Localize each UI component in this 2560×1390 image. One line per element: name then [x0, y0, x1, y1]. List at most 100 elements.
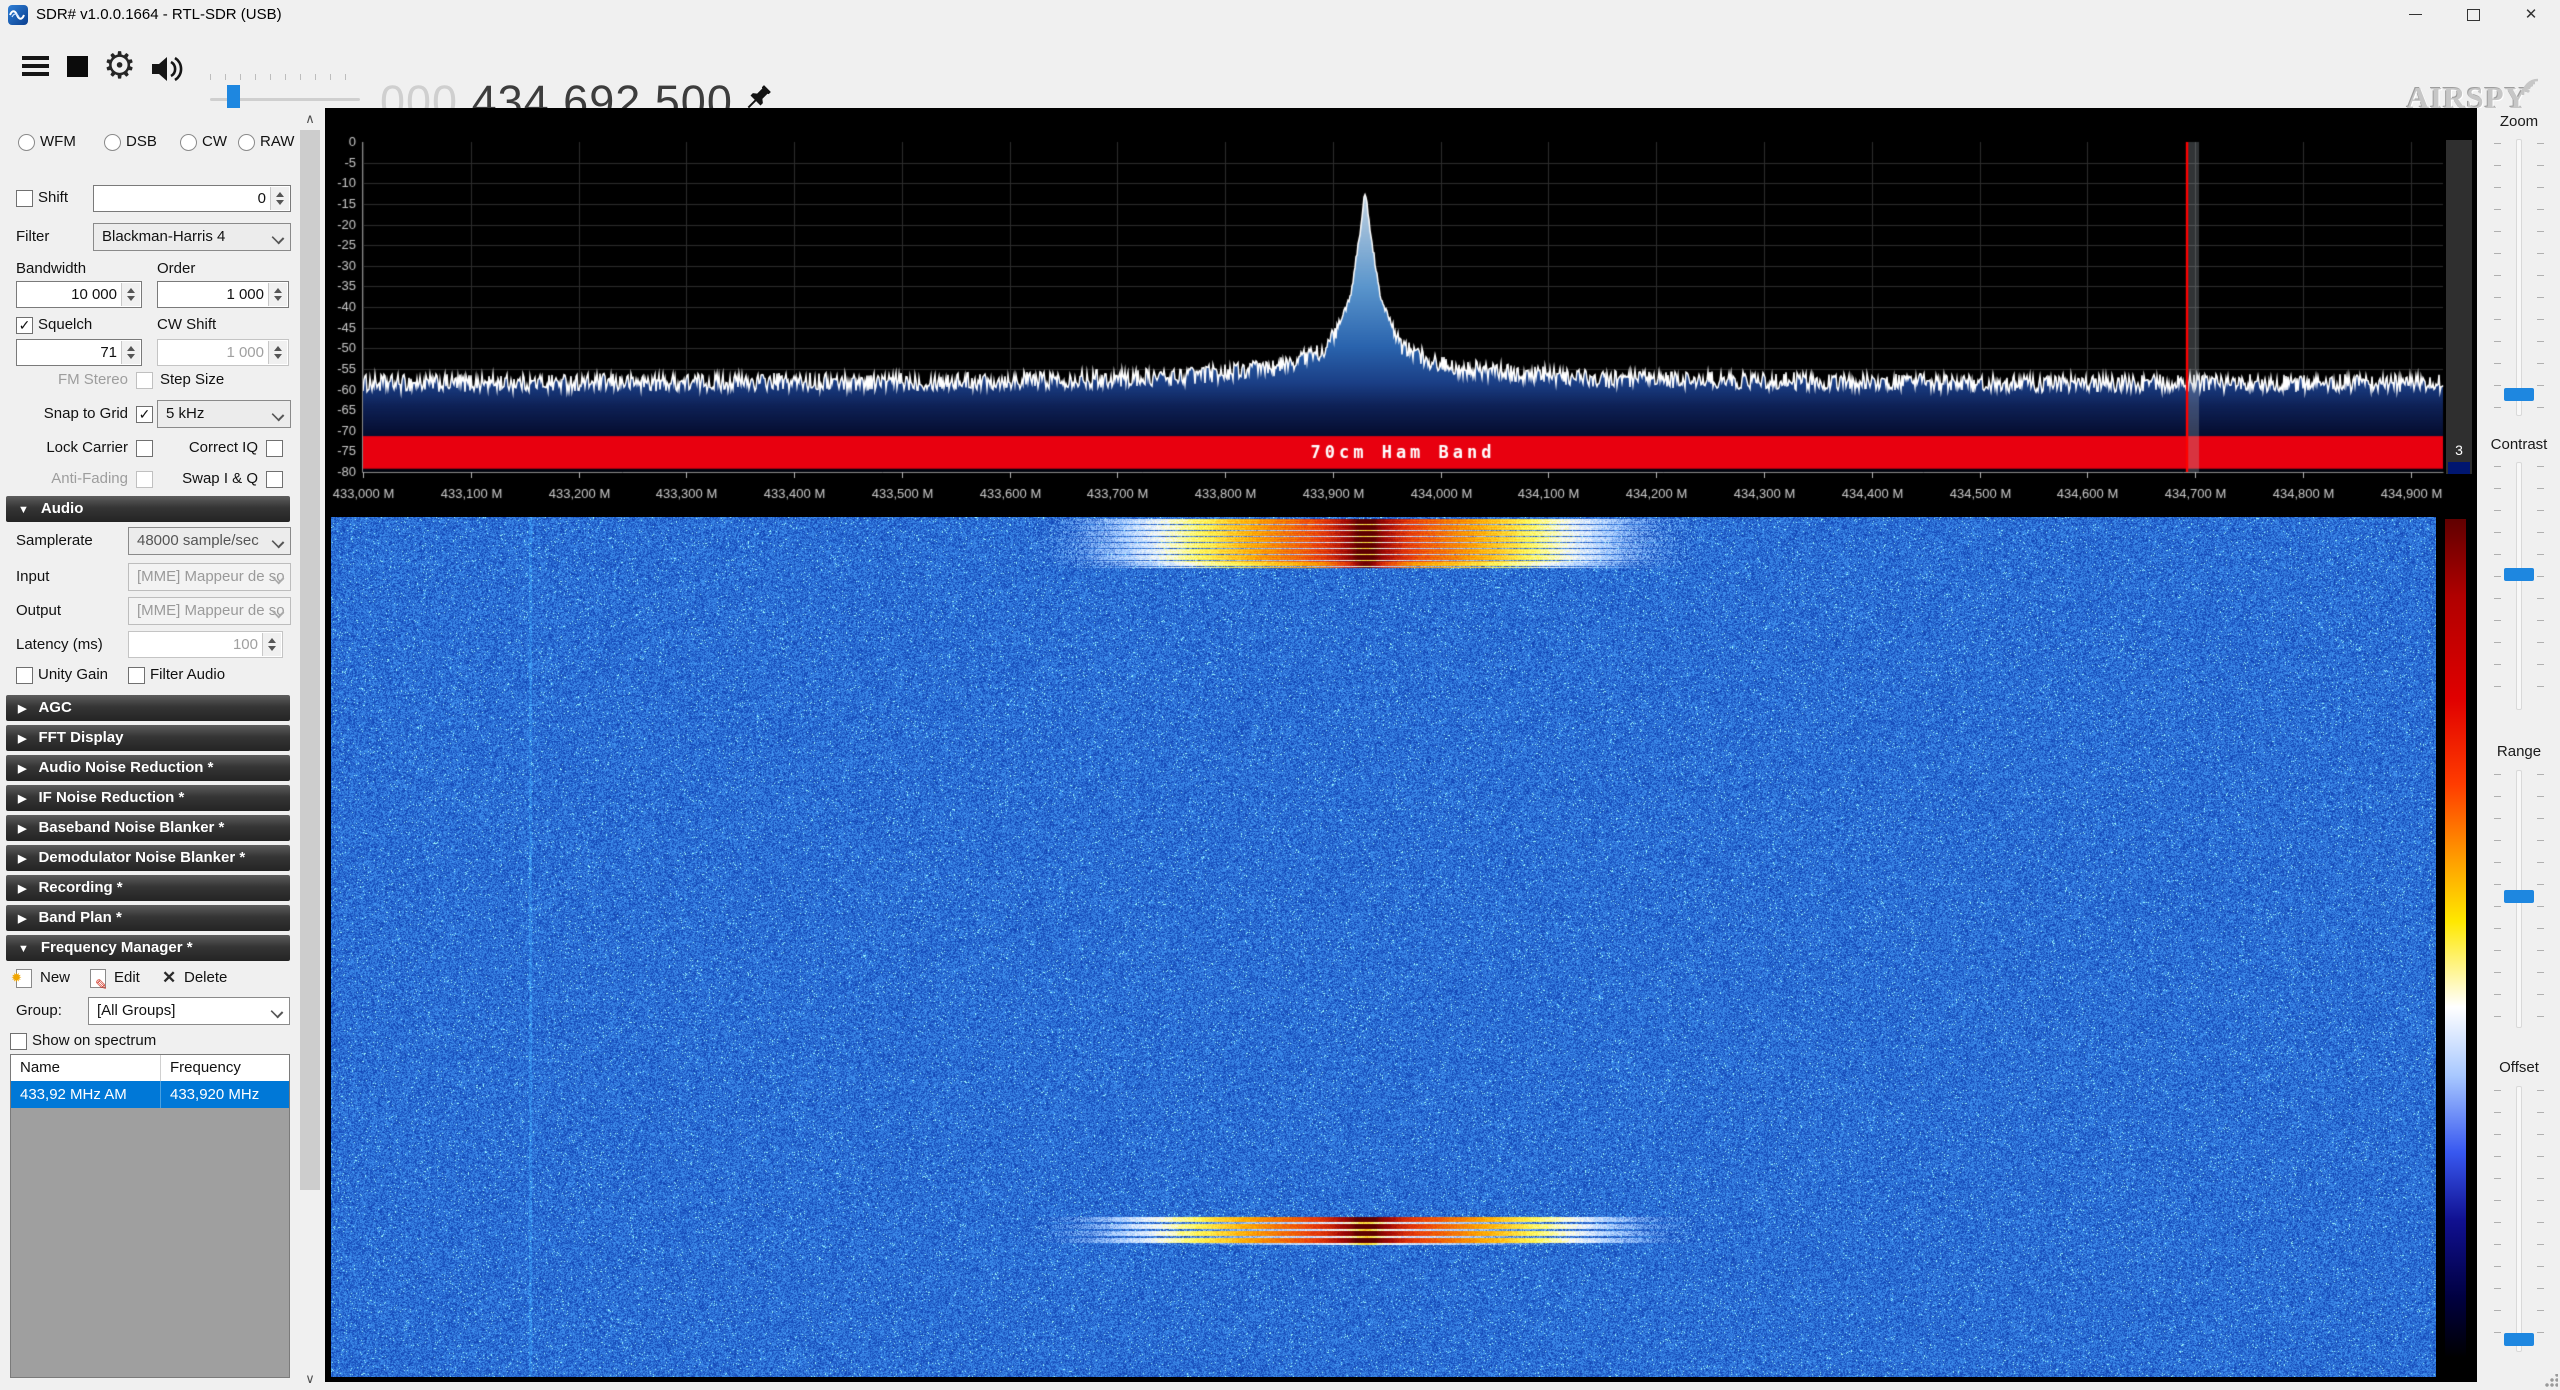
edit-entry-button[interactable]: ✎ Edit	[90, 966, 140, 990]
shift-label: Shift	[38, 188, 68, 208]
fft-spectrum-canvas[interactable]	[325, 108, 2477, 517]
section-header-frequency-manager[interactable]: ▼Frequency Manager *	[6, 935, 290, 961]
table-row[interactable]: 433,92 MHz AM 433,920 MHz	[11, 1081, 289, 1108]
scroll-up-icon[interactable]: ∧	[299, 108, 321, 130]
mode-radio-cw[interactable]	[180, 134, 197, 151]
section-header-fft-display[interactable]: ▶FFT Display	[6, 725, 290, 751]
filter-dropdown[interactable]: Blackman-Harris 4	[93, 223, 291, 251]
shift-spinner[interactable]	[270, 187, 289, 210]
slider-track[interactable]	[2516, 139, 2522, 416]
show-on-spectrum-label[interactable]: Show on spectrum	[32, 1031, 156, 1051]
squelch-spinner[interactable]	[121, 341, 140, 364]
gear-icon[interactable]: ⚙	[103, 40, 136, 92]
slider-thumb[interactable]	[2504, 890, 2534, 903]
spectrum-right-strip: 3	[2446, 140, 2472, 474]
mode-label-raw[interactable]: RAW	[260, 132, 294, 152]
filter-audio-checkbox[interactable]	[128, 667, 145, 684]
unity-gain-label[interactable]: Unity Gain	[38, 665, 108, 685]
expand-triangle-icon: ▶	[18, 696, 26, 722]
panel-scrollbar[interactable]: ∧ ∨	[299, 108, 321, 1390]
mode-label-cw[interactable]: CW	[202, 132, 227, 152]
snap-to-grid-label[interactable]: Snap to Grid	[0, 404, 128, 424]
chevron-down-icon	[272, 409, 285, 422]
squelch-label[interactable]: Squelch	[38, 315, 92, 335]
resize-grip[interactable]	[2544, 1374, 2558, 1388]
section-header-agc[interactable]: ▶AGC	[6, 695, 290, 721]
mode-label-dsb[interactable]: DSB	[126, 132, 157, 152]
delete-entry-button[interactable]: ✕ Delete	[162, 966, 227, 990]
mode-radio-raw[interactable]	[238, 134, 255, 151]
speaker-icon[interactable]	[150, 54, 188, 89]
section-header-band-plan[interactable]: ▶Band Plan *	[6, 905, 290, 931]
bandwidth-spinner[interactable]	[121, 283, 140, 306]
range-slider[interactable]	[2485, 770, 2553, 1028]
zoom-slider[interactable]	[2485, 139, 2553, 416]
star-icon: ✹	[11, 966, 22, 990]
show-on-spectrum-checkbox[interactable]	[10, 1033, 27, 1050]
section-header-audio-noise-reduction[interactable]: ▶Audio Noise Reduction *	[6, 755, 290, 781]
frequency-table[interactable]: Name Frequency 433,92 MHz AM 433,920 MHz	[10, 1054, 290, 1378]
slider-thumb[interactable]	[2504, 1333, 2534, 1346]
squelch-checkbox[interactable]	[16, 317, 33, 334]
swap-iq-checkbox[interactable]	[266, 471, 283, 488]
chevron-down-icon	[271, 1006, 284, 1019]
hamburger-menu-icon[interactable]	[22, 56, 49, 77]
mode-label-wfm[interactable]: WFM	[40, 132, 76, 152]
lock-carrier-label[interactable]: Lock Carrier	[0, 438, 128, 458]
window-title: SDR# v1.0.0.1664 - RTL-SDR (USB)	[36, 0, 282, 30]
samplerate-dropdown[interactable]: 48000 sample/sec	[128, 527, 291, 555]
new-entry-button[interactable]: ✹ New	[16, 966, 70, 990]
filter-audio-label[interactable]: Filter Audio	[150, 665, 225, 685]
waterfall-canvas[interactable]	[331, 517, 2438, 1377]
offset-slider[interactable]	[2485, 1086, 2553, 1352]
slider-track[interactable]	[2516, 1086, 2522, 1352]
minimize-button[interactable]	[2386, 0, 2444, 30]
section-header-if-noise-reduction[interactable]: ▶IF Noise Reduction *	[6, 785, 290, 811]
mode-radio-wfm[interactable]	[18, 134, 35, 151]
slider-ticks	[2537, 466, 2544, 706]
new-page-icon: ✹	[16, 969, 32, 988]
snap-to-grid-checkbox[interactable]	[136, 406, 153, 423]
audio-section-header[interactable]: ▼Audio	[6, 496, 290, 522]
expand-triangle-icon: ▶	[18, 756, 26, 782]
maximize-button[interactable]	[2444, 0, 2502, 30]
column-header-frequency[interactable]: Frequency	[161, 1055, 289, 1081]
close-button[interactable]: ✕	[2502, 0, 2560, 30]
group-dropdown[interactable]: [All Groups]	[88, 997, 290, 1025]
mode-radio-dsb[interactable]	[104, 134, 121, 151]
slider-thumb[interactable]	[2504, 388, 2534, 401]
edit-page-icon: ✎	[90, 969, 106, 988]
squelch-input[interactable]: 71	[16, 339, 142, 366]
scrollbar-thumb[interactable]	[300, 130, 320, 1190]
step-size-dropdown[interactable]: 5 kHz	[157, 400, 291, 428]
volume-ticks	[210, 74, 360, 80]
pen-icon: ✎	[95, 974, 108, 998]
stop-icon[interactable]	[67, 56, 88, 77]
row-name-cell[interactable]: 433,92 MHz AM	[11, 1081, 161, 1108]
chevron-down-icon	[272, 536, 285, 549]
section-header-recording[interactable]: ▶Recording *	[6, 875, 290, 901]
bandwidth-input[interactable]: 10 000	[16, 281, 142, 308]
waterfall-color-scale	[2436, 517, 2476, 1377]
contrast-slider-label: Contrast	[2478, 435, 2560, 455]
swap-iq-label[interactable]: Swap I & Q	[130, 469, 258, 489]
radio-waves-icon	[2520, 68, 2554, 98]
correct-iq-checkbox[interactable]	[266, 440, 283, 457]
order-input[interactable]: 1 000	[157, 281, 289, 308]
section-header-baseband-noise-blanker[interactable]: ▶Baseband Noise Blanker *	[6, 815, 290, 841]
slider-track[interactable]	[2516, 462, 2522, 710]
order-spinner[interactable]	[268, 283, 287, 306]
latency-input: 100	[128, 631, 283, 658]
section-header-demodulator-noise-blanker[interactable]: ▶Demodulator Noise Blanker *	[6, 845, 290, 871]
scroll-down-icon[interactable]: ∨	[299, 1368, 321, 1390]
contrast-slider[interactable]	[2485, 462, 2553, 710]
row-frequency-cell[interactable]: 433,920 MHz	[161, 1081, 289, 1108]
shift-input[interactable]: 0	[93, 185, 291, 212]
slider-ticks	[2494, 466, 2501, 706]
column-header-name[interactable]: Name	[11, 1055, 161, 1081]
group-label: Group:	[16, 1001, 62, 1021]
unity-gain-checkbox[interactable]	[16, 667, 33, 684]
shift-checkbox[interactable]	[16, 190, 33, 207]
correct-iq-label[interactable]: Correct IQ	[130, 438, 258, 458]
slider-thumb[interactable]	[2504, 568, 2534, 581]
